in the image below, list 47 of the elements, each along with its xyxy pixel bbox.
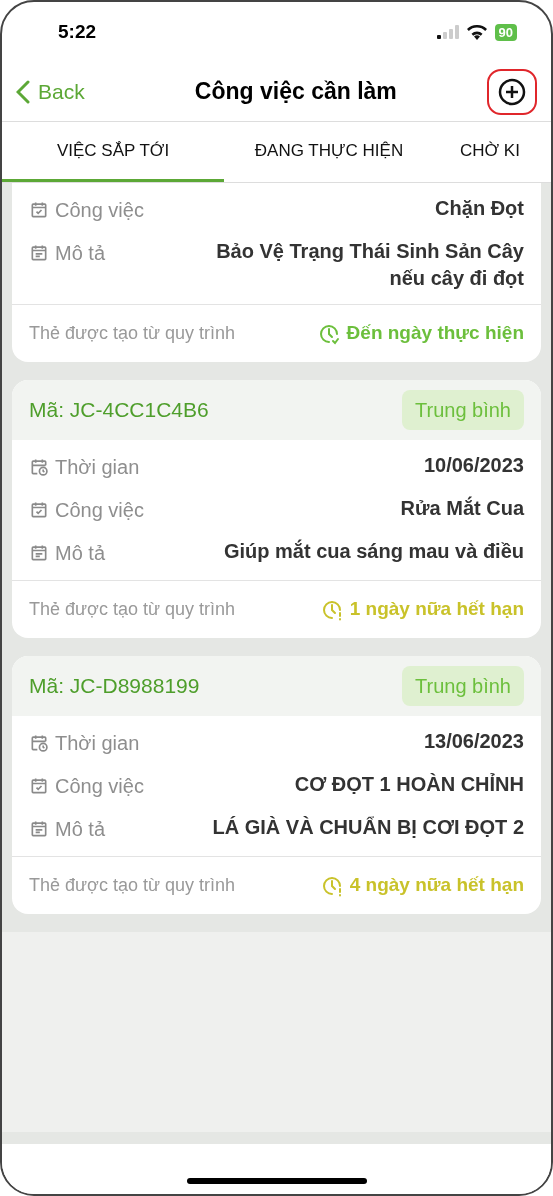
field-label: Công việc bbox=[55, 498, 144, 523]
document-icon bbox=[29, 819, 49, 839]
field-value: Chặn Đọt bbox=[435, 196, 524, 221]
document-icon bbox=[29, 543, 49, 563]
field-value: CƠ ĐỌT 1 HOÀN CHỈNH bbox=[294, 772, 524, 797]
priority-badge: Trung bình bbox=[402, 666, 524, 706]
signal-icon bbox=[436, 25, 459, 39]
source-note: Thẻ được tạo từ quy trình bbox=[29, 598, 235, 621]
task-card[interactable]: Công việc Chặn Đọt Mô tả Bảo Vệ Trạng Thái Sinh Sản Cây nếu cây đi đọt Thẻ được tạo từ quy trình Đến ngày thực hiện bbox=[12, 183, 541, 362]
deadline-status: 1 ngày nữa hết hạn bbox=[349, 597, 524, 622]
field-value: LÁ GIÀ VÀ CHUẨN BỊ CƠI ĐỌT 2 bbox=[212, 815, 524, 840]
wifi-icon bbox=[466, 24, 487, 40]
deadline-status: Đến ngày thực hiện bbox=[346, 321, 524, 346]
calendar-clock-icon bbox=[29, 733, 49, 753]
task-card[interactable]: Mã: JC-D8988199 Trung bình Thời gian 13/06/2023 Công việc CƠ ĐỌT 1 HOÀN CHỈNH Mô tả LÁ GIÀ VÀ CHUẨN BỊ CƠI ĐỌT 2 Thẻ được tạo từ quy trình 4 ngày nữa hết hạn bbox=[12, 656, 541, 914]
plus-circle-icon bbox=[498, 77, 526, 106]
calendar-check-icon bbox=[29, 776, 49, 796]
field-value: Giúp mắt cua sáng mau và điều bbox=[223, 538, 524, 564]
task-card[interactable]: Mã: JC-4CC1C4B6 Trung bình Thời gian 10/06/2023 Công việc Rửa Mắt Cua Mô tả Giúp mắt cua sáng mau và điều Thẻ được tạo từ quy trình 1 ngày nữa hết hạn bbox=[12, 380, 541, 638]
chevron-left-icon bbox=[16, 79, 30, 104]
field-value: 13/06/2023 bbox=[423, 729, 524, 754]
field-label: Thời gian bbox=[55, 455, 140, 480]
field-label: Mô tả bbox=[55, 541, 106, 566]
battery-indicator: 90 bbox=[494, 23, 517, 41]
status-time: 5:22 bbox=[58, 19, 97, 44]
priority-badge: Trung bình bbox=[402, 390, 524, 430]
tab[interactable]: ĐANG THỰC HIỆN bbox=[224, 122, 434, 182]
add-button[interactable] bbox=[487, 68, 537, 115]
deadline-status: 4 ngày nữa hết hạn bbox=[349, 873, 524, 898]
field-value: 10/06/2023 bbox=[423, 453, 524, 478]
field-value: Bảo Vệ Trạng Thái Sinh Sản Cây nếu cây đi đọt bbox=[215, 239, 524, 291]
screen-title: Công việc cần làm bbox=[194, 77, 397, 107]
calendar-check-icon bbox=[29, 200, 49, 220]
source-note: Thẻ được tạo từ quy trình bbox=[29, 322, 235, 345]
field-label: Thời gian bbox=[55, 731, 140, 756]
tab[interactable]: CHỜ KI bbox=[434, 122, 546, 182]
calendar-clock-icon bbox=[29, 457, 49, 477]
calendar-check-icon bbox=[29, 500, 49, 520]
field-label: Mô tả bbox=[55, 817, 106, 842]
task-code: Mã: JC-4CC1C4B6 bbox=[29, 397, 209, 424]
field-label: Công việc bbox=[55, 198, 144, 223]
task-code: Mã: JC-D8988199 bbox=[29, 673, 200, 700]
document-icon bbox=[29, 243, 49, 263]
field-label: Mô tả bbox=[55, 241, 106, 266]
field-label: Công việc bbox=[55, 774, 144, 799]
source-note: Thẻ được tạo từ quy trình bbox=[29, 874, 235, 897]
field-value: Rửa Mắt Cua bbox=[400, 495, 524, 521]
